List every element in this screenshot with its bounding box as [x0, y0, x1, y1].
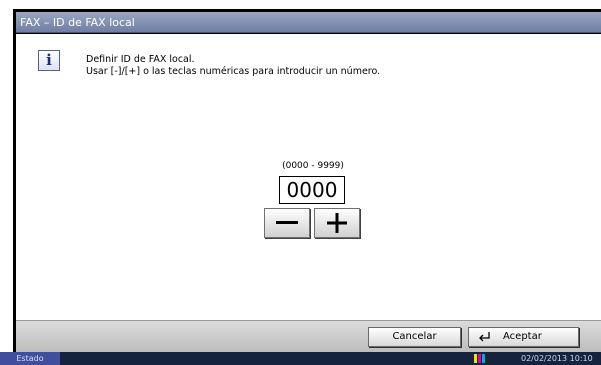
value-range-label: (0000 - 9999): [282, 161, 344, 171]
fax-id-value-field[interactable]: 0000: [279, 176, 345, 204]
accept-button[interactable]: Aceptar: [468, 327, 579, 347]
accept-label: Aceptar: [503, 331, 542, 342]
instruction-line-2: Usar [-]/[+] o las teclas numéricas para…: [86, 66, 381, 77]
action-bar: Cancelar Aceptar: [16, 320, 601, 352]
plus-icon: [327, 213, 347, 233]
toner-level-icon: [474, 354, 489, 363]
status-tab[interactable]: Estado: [0, 352, 60, 365]
dialog-content: i Definir ID de FAX local. Usar [-]/[+] …: [16, 34, 601, 320]
status-datetime: 02/02/2013 10:10: [521, 354, 593, 363]
enter-icon: [479, 332, 490, 342]
instruction-line-1: Definir ID de FAX local.: [86, 54, 195, 65]
instruction-message: Definir ID de FAX local. Usar [-]/[+] o …: [86, 54, 380, 78]
status-bar: Estado 02/02/2013 10:10: [0, 352, 601, 365]
info-icon: i: [38, 50, 60, 71]
minus-icon: [276, 221, 298, 224]
window-title: FAX – ID de FAX local: [16, 12, 601, 33]
decrement-button[interactable]: [264, 208, 310, 238]
increment-button[interactable]: [314, 208, 360, 238]
cancel-button[interactable]: Cancelar: [368, 327, 461, 347]
